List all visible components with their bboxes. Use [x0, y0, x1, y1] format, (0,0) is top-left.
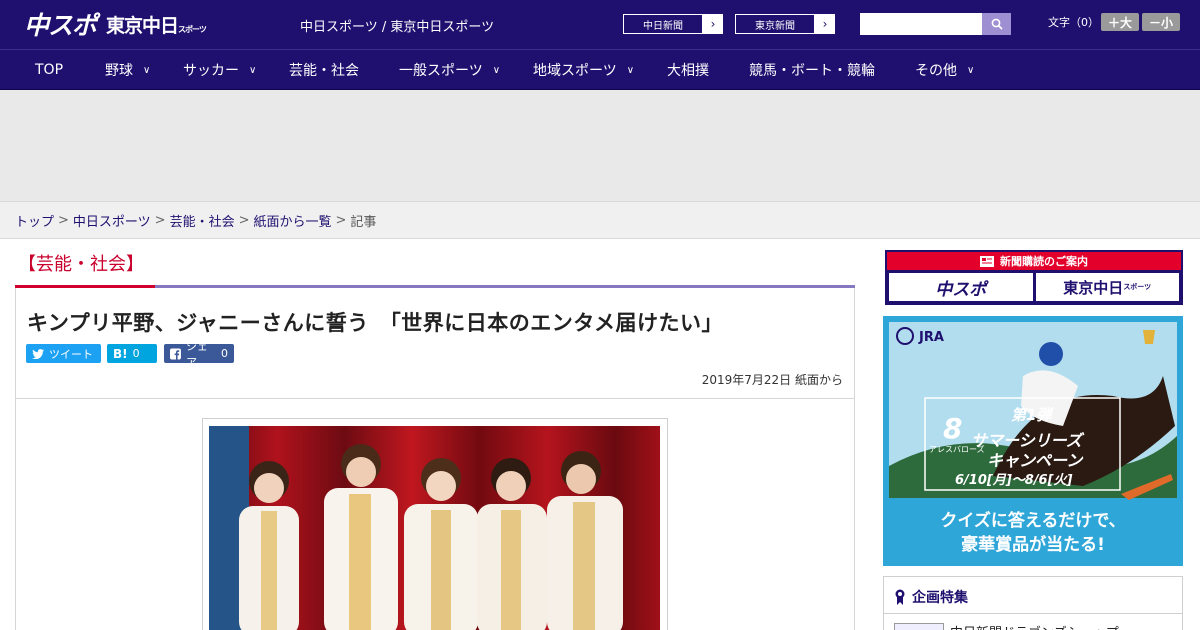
nav-item-sumo[interactable]: 大相撲 [667, 50, 709, 90]
font-smaller-button[interactable]: －小 [1142, 13, 1180, 31]
nav-item-soccer[interactable]: サッカー ∨ [183, 50, 256, 90]
breadcrumb-entertainment[interactable]: 芸能・社会 [170, 211, 235, 230]
nav-item-local-sports[interactable]: 地域スポーツ ∨ [533, 50, 634, 90]
chunichi-shimbun-link[interactable]: 中日新聞 › [622, 13, 724, 35]
chevron-right-icon: › [822, 17, 828, 31]
font-larger-button[interactable]: ＋大 [1101, 13, 1139, 31]
feature-thumbnail[interactable] [894, 623, 944, 630]
search-button[interactable] [982, 13, 1011, 35]
chevron-down-icon: ∨ [492, 64, 501, 76]
tweet-button[interactable]: ツイート [26, 344, 101, 363]
category-heading: 【芸能・社会】 [18, 254, 144, 275]
hatena-count: 0 [132, 347, 140, 360]
jra-cta-line1: クイズに答えるだけで、 [940, 510, 1125, 531]
group-photo-image [209, 426, 660, 630]
article-photo[interactable] [209, 426, 660, 630]
breadcrumb-top[interactable]: トップ [15, 211, 54, 230]
site-header: 中スポ 東京中日スポーツ 中日スポーツ / 東京中日スポーツ 中日新聞 › 東京… [0, 0, 1200, 49]
chevron-down-icon: ∨ [143, 64, 151, 76]
article-top-rule [15, 285, 855, 288]
chevron-down-icon: ∨ [626, 64, 635, 76]
font-size-label: 文字（0） [1048, 16, 1099, 29]
main-nav: TOP 野球 ∨ サッカー ∨ 芸能・社会 一般スポーツ ∨ 地域スポーツ ∨ 大相撲 … [0, 49, 1200, 90]
search-icon [991, 18, 1003, 30]
jra-brand: JRA [918, 330, 944, 345]
feature-section: 企画特集 中日新聞ドラゴンズショップ [883, 576, 1183, 630]
facebook-count: 0 [221, 347, 228, 360]
jra-round: 第1弾 [1011, 406, 1054, 424]
nav-item-baseball[interactable]: 野球 ∨ [105, 50, 150, 90]
chevron-down-icon: ∨ [249, 64, 257, 76]
nav-item-general-sports[interactable]: 一般スポーツ ∨ [399, 50, 500, 90]
subscribe-tokyo-chunichi[interactable]: 東京中日 スポーツ [1035, 273, 1179, 301]
jra-number: 8 [943, 412, 962, 445]
logo-chuspo: 中スポ [24, 11, 97, 40]
search-input[interactable] [860, 13, 982, 35]
subscribe-chuspo[interactable]: 中スポ [889, 273, 1033, 301]
hatena-bookmark-button[interactable]: B! 0 [107, 344, 157, 363]
subscription-banner[interactable]: 新聞購読のご案内 中スポ 東京中日 スポーツ [885, 250, 1183, 305]
site-search [860, 13, 1011, 35]
site-names: 中日スポーツ / 東京中日スポーツ [300, 20, 495, 35]
feature-item-link[interactable]: 中日新聞ドラゴンズショップ [950, 622, 1119, 630]
jra-campaign-line2: キャンペーン [987, 451, 1084, 470]
chevron-down-icon: ∨ [967, 64, 975, 76]
breadcrumb-current: 記事 [350, 214, 377, 230]
logo-tokyo-chunichi: 東京中日スポーツ [106, 14, 207, 37]
facebook-share-button[interactable]: シェア 0 [164, 340, 234, 369]
ad-banner-slot [0, 90, 1200, 201]
newspaper-icon [980, 255, 994, 267]
site-logo[interactable]: 中スポ 東京中日スポーツ [24, 9, 207, 40]
breadcrumb-print-list[interactable]: 紙面から一覧 [254, 211, 332, 230]
feature-title: 企画特集 [912, 590, 968, 606]
breadcrumb: トップ > 中日スポーツ > 芸能・社会 > 紙面から一覧 > 記事 [0, 201, 1200, 239]
jra-campaign-line1: サマーシリーズ [971, 431, 1085, 450]
ribbon-icon [895, 589, 905, 605]
nav-item-racing[interactable]: 競馬・ボート・競輪 [749, 50, 875, 90]
twitter-icon [32, 348, 44, 359]
facebook-icon [170, 348, 181, 359]
tokyo-shimbun-link[interactable]: 東京新聞 › [734, 13, 836, 35]
jra-advertisement[interactable]: JRA 8 アレスバローズ 第1弾 サマーシリーズ キャンペーン 6/10[月]… [883, 316, 1183, 566]
jra-cta-line2: 豪華賞品が当たる! [961, 534, 1105, 555]
nav-item-top[interactable]: TOP [35, 50, 63, 90]
nav-item-other[interactable]: その他 ∨ [915, 50, 974, 90]
subscription-strip: 新聞購読のご案内 [887, 252, 1181, 270]
article-headline: キンプリ平野、ジャニーさんに誓う 「世界に日本のエンタメ届けたい」 [27, 311, 724, 335]
article-dateline: 2019年7月22日 紙面から [701, 373, 843, 387]
nav-item-entertainment[interactable]: 芸能・社会 [289, 50, 359, 90]
hatena-icon: B! [113, 346, 128, 361]
breadcrumb-chunichi-sports[interactable]: 中日スポーツ [73, 211, 151, 230]
chevron-right-icon: › [710, 17, 716, 31]
article-divider [16, 398, 854, 399]
jra-period: 6/10[月]～8/6[火] [955, 472, 1073, 488]
